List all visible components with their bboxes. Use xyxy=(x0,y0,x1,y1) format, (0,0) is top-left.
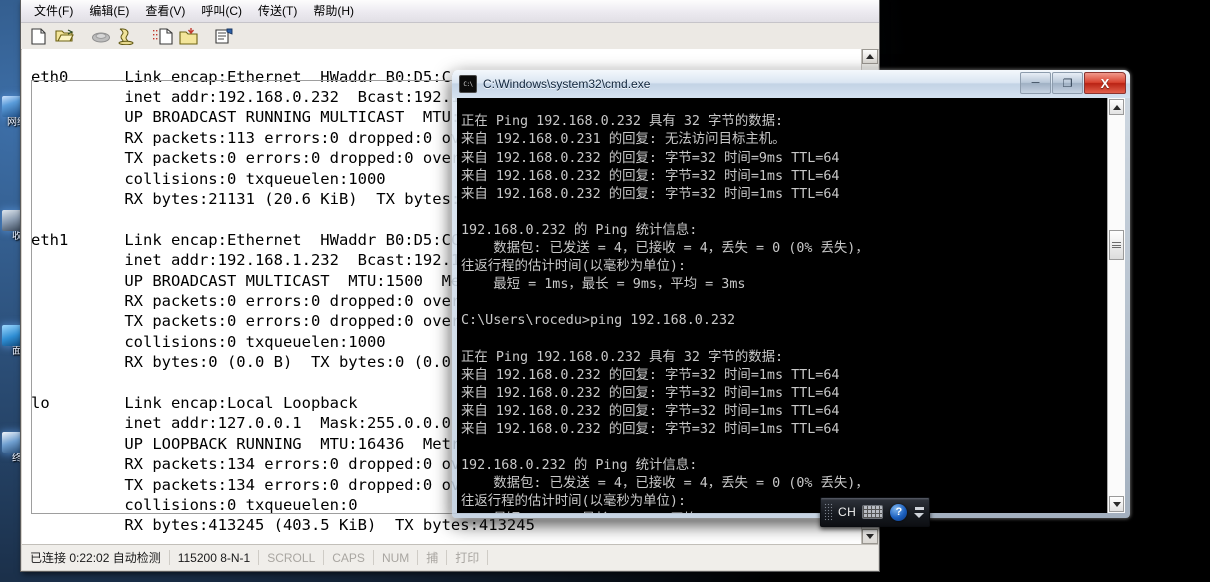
menu-item-call[interactable]: 呼叫(C) xyxy=(193,2,250,20)
cmd-scrollbar-thumb[interactable] xyxy=(1109,230,1124,260)
new-file-glyph xyxy=(31,27,46,45)
toolbar xyxy=(21,23,879,50)
minimize-button[interactable]: ─ xyxy=(1020,72,1051,94)
chevron-down-icon xyxy=(866,534,874,539)
cmd-scroll-up-button[interactable] xyxy=(1109,99,1124,115)
chevron-down-icon xyxy=(1112,501,1121,507)
phone-hangup-glyph xyxy=(91,32,110,42)
ime-language-bar[interactable]: CH ? xyxy=(820,497,930,527)
open-icon[interactable] xyxy=(53,25,76,47)
scroll-down-button[interactable] xyxy=(862,529,878,544)
receive-folder-glyph xyxy=(179,27,198,45)
send-document-glyph xyxy=(152,27,173,45)
menu-item-help[interactable]: 帮助(H) xyxy=(305,2,362,20)
chevron-down-icon[interactable] xyxy=(914,512,925,518)
status-serial: 115200 8-N-1 xyxy=(177,550,251,565)
status-print: 打印 xyxy=(455,551,480,565)
cmd-window: C:\ C:\Windows\system32\cmd.exe ─ ❐ X 正在… xyxy=(452,70,1130,518)
menu-item-transfer[interactable]: 传送(T) xyxy=(250,2,305,20)
cmd-titlebar[interactable]: C:\ C:\Windows\system32\cmd.exe ─ ❐ X xyxy=(452,70,1130,98)
ime-language-label[interactable]: CH xyxy=(838,505,856,519)
scroll-up-button[interactable] xyxy=(862,49,878,64)
receive-file-icon[interactable] xyxy=(177,25,200,47)
cmd-scrollbar[interactable] xyxy=(1107,98,1125,513)
disconnect-icon[interactable] xyxy=(89,25,112,47)
menu-bar: 文件(F) 编辑(E) 查看(V) 呼叫(C) 传送(T) 帮助(H) xyxy=(21,0,879,23)
cmd-icon: C:\ xyxy=(459,75,477,93)
drag-grip-icon[interactable] xyxy=(824,503,833,521)
status-scroll: SCROLL xyxy=(267,550,316,565)
maximize-button[interactable]: ❐ xyxy=(1052,72,1083,94)
cmd-title: C:\Windows\system32\cmd.exe xyxy=(483,77,651,91)
connect-icon[interactable] xyxy=(115,25,138,47)
grip-icon xyxy=(1112,241,1121,250)
phone-call-glyph xyxy=(118,28,134,45)
keyboard-icon[interactable] xyxy=(862,505,884,519)
properties-glyph xyxy=(215,28,233,44)
cmd-console[interactable]: 正在 Ping 192.168.0.232 具有 32 字节的数据: 来自 19… xyxy=(457,98,1125,513)
status-bar: 已连接 0:22:02 自动检测 115200 8-N-1 SCROLL CAP… xyxy=(22,544,878,570)
status-caps: CAPS xyxy=(332,550,365,565)
status-capture: 捕 xyxy=(426,551,439,565)
menu-item-file[interactable]: 文件(F) xyxy=(26,2,81,20)
status-num: NUM xyxy=(381,550,410,565)
open-folder-glyph xyxy=(55,29,74,42)
properties-icon[interactable] xyxy=(213,25,236,47)
new-connection-icon[interactable] xyxy=(27,25,50,47)
menu-item-view[interactable]: 查看(V) xyxy=(137,2,193,20)
status-divider xyxy=(487,550,489,565)
chevron-up-icon xyxy=(866,54,874,59)
send-file-icon[interactable] xyxy=(151,25,174,47)
minimize-icon[interactable] xyxy=(914,506,924,510)
cmd-scroll-down-button[interactable] xyxy=(1109,496,1124,512)
chevron-up-icon xyxy=(1112,104,1121,110)
close-button[interactable]: X xyxy=(1084,72,1126,94)
ime-expand-controls[interactable] xyxy=(914,506,925,518)
cmd-console-text: 正在 Ping 192.168.0.232 具有 32 字节的数据: 来自 19… xyxy=(461,114,869,513)
menu-item-edit[interactable]: 编辑(E) xyxy=(81,2,137,20)
window-controls: ─ ❐ X xyxy=(1020,72,1126,94)
status-connection: 已连接 0:22:02 自动检测 xyxy=(30,551,161,565)
help-icon[interactable]: ? xyxy=(890,503,908,521)
